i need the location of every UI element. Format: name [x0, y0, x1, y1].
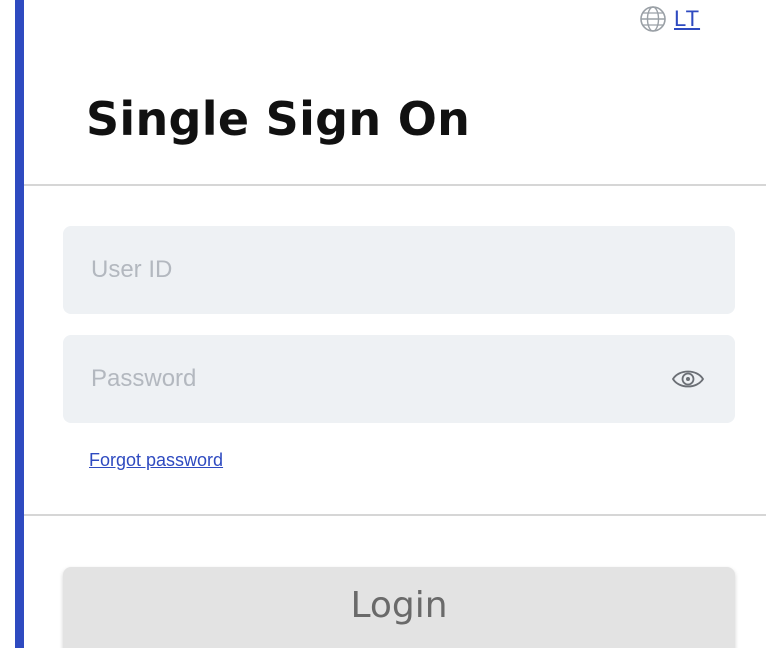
globe-icon — [638, 4, 668, 34]
user-id-field[interactable] — [63, 226, 735, 314]
password-input[interactable] — [91, 365, 707, 393]
eye-icon[interactable] — [671, 366, 705, 392]
login-page: LT Single Sign On Forgot password Login — [0, 0, 766, 648]
divider — [24, 514, 766, 516]
login-button[interactable]: Login — [63, 567, 735, 648]
language-switcher[interactable]: LT — [638, 4, 700, 34]
password-field[interactable] — [63, 335, 735, 423]
user-id-input[interactable] — [91, 256, 707, 284]
language-code[interactable]: LT — [674, 6, 700, 32]
forgot-password-link[interactable]: Forgot password — [89, 450, 223, 471]
accent-bar — [15, 0, 24, 648]
divider — [24, 184, 766, 186]
page-title: Single Sign On — [86, 92, 471, 146]
